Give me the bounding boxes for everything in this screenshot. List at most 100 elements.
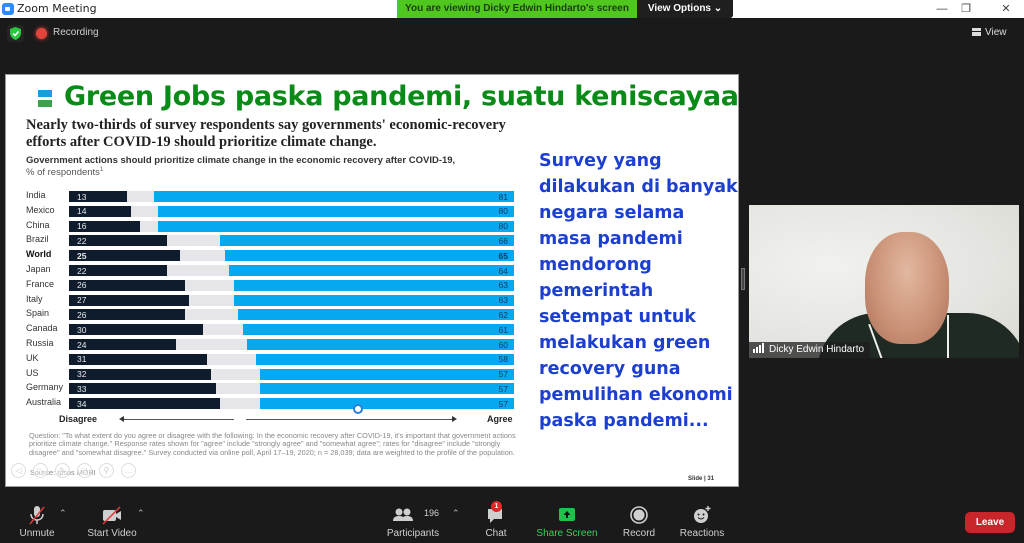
start-video-button[interactable]: Start Video — [82, 504, 142, 539]
disagree-value-label: 34 — [77, 398, 87, 409]
agree-value-label: 57 — [498, 398, 508, 409]
agree-value-label: 66 — [498, 235, 508, 246]
bar-agree — [224, 250, 514, 262]
video-options-caret-icon[interactable]: ⌃ — [137, 508, 145, 519]
bar-agree — [247, 339, 514, 350]
share-screen-icon — [535, 504, 599, 526]
agree-value-label: 62 — [498, 309, 508, 320]
more-options-icon[interactable]: … — [121, 463, 136, 478]
category-label: Brazil — [26, 234, 49, 245]
reactions-label: Reactions — [679, 528, 725, 539]
category-label: Canada — [26, 323, 58, 334]
category-label: Russia — [26, 338, 54, 348]
view-button[interactable]: View — [972, 23, 1018, 43]
share-screen-button[interactable]: Share Screen — [535, 504, 599, 539]
slides-overview-icon[interactable]: □ — [77, 463, 92, 478]
zoom-app-icon — [2, 3, 14, 15]
bar-agree — [242, 324, 514, 336]
bar-agree — [260, 368, 514, 380]
window-titlebar: Zoom Meeting You are viewing Dicky Edwin… — [0, 0, 1024, 18]
chart-subtitle: Government actions should prioritize cli… — [26, 155, 456, 166]
agree-value-label: 63 — [498, 280, 508, 291]
bar-disagree — [69, 398, 221, 410]
slide-number: Slide | 31 — [688, 476, 715, 482]
agree-value-label: 57 — [498, 383, 508, 394]
shared-screen-slide: Green Jobs paska pandemi, suatu keniscay… — [5, 74, 739, 487]
agree-value-label: 58 — [498, 354, 508, 365]
chart-headline: Nearly two-thirds of survey respondents … — [26, 117, 506, 150]
participant-video[interactable]: Dicky Edwin Hindarto — [749, 205, 1019, 358]
grid-icon — [972, 28, 981, 36]
arrow-right-icon — [452, 416, 457, 422]
category-label: India — [26, 190, 46, 200]
meeting-toolbar: Unmute ⌃ Start Video ⌃ 196 Participants … — [0, 500, 1024, 543]
category-label: France — [26, 278, 55, 289]
view-options-label: View Options — [647, 3, 711, 14]
participant-name: Dicky Edwin Hindarto — [769, 344, 865, 355]
agree-value-label: 61 — [498, 324, 508, 335]
bar-agree — [158, 205, 514, 217]
agree-value-label: 63 — [498, 295, 508, 306]
agree-value-label: 80 — [498, 206, 508, 217]
bar-agree — [220, 235, 514, 247]
agree-value-label: 60 — [498, 339, 508, 350]
start-video-label: Start Video — [87, 528, 137, 539]
pen-icon[interactable]: ✎ — [55, 463, 70, 478]
share-screen-label: Share Screen — [536, 528, 598, 539]
bar-agree — [233, 279, 514, 291]
audio-options-caret-icon[interactable]: ⌃ — [59, 508, 67, 519]
disagree-value-label: 16 — [77, 221, 87, 232]
participants-button[interactable]: 196 Participants — [382, 504, 444, 539]
disagree-value-label: 31 — [77, 354, 87, 365]
disagree-value-label: 26 — [77, 280, 87, 291]
chart-subtitle-units: % of respondents1 — [26, 167, 103, 178]
bar-agree — [260, 383, 514, 395]
axis-label-disagree: Disagree — [59, 414, 98, 424]
bar-disagree — [69, 353, 207, 365]
zoom-magnifier-icon[interactable]: ⚲ — [99, 463, 114, 478]
chat-button[interactable]: 1 Chat — [480, 501, 512, 539]
next-slide-icon[interactable]: ▷ — [33, 463, 48, 478]
window-title: Zoom Meeting — [17, 2, 97, 15]
axis-line-right — [246, 419, 452, 420]
participants-icon — [393, 508, 413, 521]
agree-value-label: 64 — [498, 265, 508, 276]
shield-check-icon[interactable] — [7, 25, 24, 42]
unmute-button[interactable]: Unmute — [14, 504, 60, 539]
category-label: China — [26, 219, 50, 230]
bar-agree — [255, 353, 514, 365]
previous-slide-icon[interactable]: ◁ — [11, 463, 26, 478]
disagree-value-label: 22 — [77, 235, 87, 246]
chat-icon: 1 — [480, 501, 512, 526]
restore-icon[interactable]: ❐ — [956, 1, 976, 17]
minimize-icon[interactable]: — — [932, 1, 952, 17]
slide-side-text: Survey yang dilakukan di banyak negara s… — [539, 151, 738, 431]
disagree-value-label: 25 — [77, 250, 87, 261]
footnote-marker: 1 — [99, 167, 104, 173]
agree-value-label: 81 — [498, 191, 508, 202]
category-label: Mexico — [26, 204, 55, 215]
bar-agree — [233, 294, 514, 306]
chat-unread-badge: 1 — [491, 501, 502, 512]
category-label: Spain — [26, 308, 50, 319]
reactions-button[interactable]: Reactions — [678, 504, 726, 539]
bar-disagree — [69, 324, 203, 336]
microphone-muted-icon — [14, 504, 60, 526]
meeting-topbar: Recording View — [0, 18, 1024, 48]
disagree-value-label: 27 — [77, 295, 87, 306]
disagree-value-label: 32 — [77, 369, 87, 380]
disagree-value-label: 26 — [77, 309, 87, 320]
disagree-value-label: 33 — [77, 383, 87, 394]
earphone-cord — [947, 315, 949, 358]
category-label: Italy — [26, 293, 43, 304]
participants-caret-icon[interactable]: ⌃ — [452, 508, 460, 519]
chart-units-label: % of respondents — [26, 167, 100, 179]
close-icon[interactable]: ✕ — [996, 1, 1016, 17]
category-label: UK — [26, 352, 39, 363]
disagree-value-label: 24 — [77, 339, 87, 350]
record-button[interactable]: Record — [620, 504, 658, 539]
leave-button[interactable]: Leave — [965, 512, 1015, 533]
panel-resize-handle[interactable] — [741, 268, 745, 290]
video-camera-off-icon — [82, 504, 142, 526]
view-options-button[interactable]: View Options ⌄ — [637, 0, 733, 18]
